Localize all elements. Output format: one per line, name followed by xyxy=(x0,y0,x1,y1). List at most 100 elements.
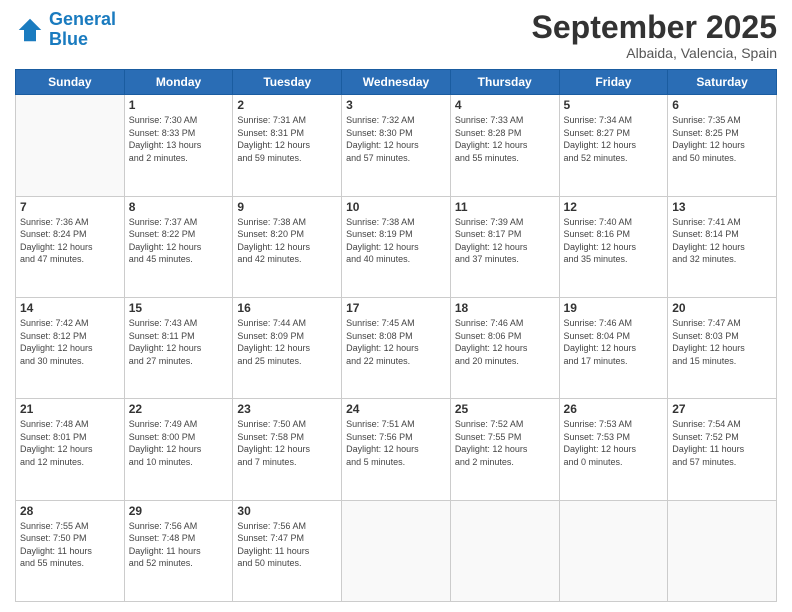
calendar-cell: 21 Sunrise: 7:48 AM Sunset: 8:01 PM Dayli… xyxy=(16,399,125,500)
day-info: Sunrise: 7:48 AM Sunset: 8:01 PM Dayligh… xyxy=(20,418,120,468)
calendar-cell: 2 Sunrise: 7:31 AM Sunset: 8:31 PM Daylig… xyxy=(233,95,342,196)
calendar-cell: 1 Sunrise: 7:30 AM Sunset: 8:33 PM Daylig… xyxy=(124,95,233,196)
day-info: Sunrise: 7:35 AM Sunset: 8:25 PM Dayligh… xyxy=(672,114,772,164)
calendar-header-row: SundayMondayTuesdayWednesdayThursdayFrid… xyxy=(16,70,777,95)
day-number: 14 xyxy=(20,301,120,315)
day-info: Sunrise: 7:49 AM Sunset: 8:00 PM Dayligh… xyxy=(129,418,229,468)
day-number: 9 xyxy=(237,200,337,214)
logo-general: General xyxy=(49,9,116,29)
calendar-cell: 11Sunrise: 7:39 AM Sunset: 8:17 PM Dayli… xyxy=(450,196,559,297)
calendar-cell: 7Sunrise: 7:36 AM Sunset: 8:24 PM Daylig… xyxy=(16,196,125,297)
day-info: Sunrise: 7:52 AM Sunset: 7:55 PM Dayligh… xyxy=(455,418,555,468)
calendar-week-row: 1 Sunrise: 7:30 AM Sunset: 8:33 PM Daylig… xyxy=(16,95,777,196)
day-info: Sunrise: 7:45 AM Sunset: 8:08 PM Dayligh… xyxy=(346,317,446,367)
calendar-cell: 8 Sunrise: 7:37 AM Sunset: 8:22 PM Daylig… xyxy=(124,196,233,297)
day-info: Sunrise: 7:54 AM Sunset: 7:52 PM Dayligh… xyxy=(672,418,772,468)
calendar-cell: 30 Sunrise: 7:56 AM Sunset: 7:47 PM Dayli… xyxy=(233,500,342,601)
location: Albaida, Valencia, Spain xyxy=(532,45,777,61)
calendar-cell: 17 Sunrise: 7:45 AM Sunset: 8:08 PM Dayli… xyxy=(342,297,451,398)
calendar-cell: 12 Sunrise: 7:40 AM Sunset: 8:16 PM Dayli… xyxy=(559,196,668,297)
day-number: 8 xyxy=(129,200,229,214)
logo-blue: Blue xyxy=(49,30,116,50)
day-number: 15 xyxy=(129,301,229,315)
day-info: Sunrise: 7:32 AM Sunset: 8:30 PM Dayligh… xyxy=(346,114,446,164)
calendar-cell: 26Sunrise: 7:53 AM Sunset: 7:53 PM Dayli… xyxy=(559,399,668,500)
calendar-cell: 18 Sunrise: 7:46 AM Sunset: 8:06 PM Dayli… xyxy=(450,297,559,398)
day-number: 10 xyxy=(346,200,446,214)
day-info: Sunrise: 7:36 AM Sunset: 8:24 PM Dayligh… xyxy=(20,216,120,266)
day-number: 2 xyxy=(237,98,337,112)
day-number: 6 xyxy=(672,98,772,112)
day-number: 19 xyxy=(564,301,664,315)
calendar-cell xyxy=(668,500,777,601)
calendar-cell: 5 Sunrise: 7:34 AM Sunset: 8:27 PM Daylig… xyxy=(559,95,668,196)
day-number: 22 xyxy=(129,402,229,416)
calendar-cell: 20 Sunrise: 7:47 AM Sunset: 8:03 PM Dayli… xyxy=(668,297,777,398)
day-info: Sunrise: 7:50 AM Sunset: 7:58 PM Dayligh… xyxy=(237,418,337,468)
day-info: Sunrise: 7:31 AM Sunset: 8:31 PM Dayligh… xyxy=(237,114,337,164)
page: General Blue September 2025 Albaida, Val… xyxy=(0,0,792,612)
day-info: Sunrise: 7:46 AM Sunset: 8:06 PM Dayligh… xyxy=(455,317,555,367)
day-info: Sunrise: 7:40 AM Sunset: 8:16 PM Dayligh… xyxy=(564,216,664,266)
calendar-cell xyxy=(342,500,451,601)
calendar-week-row: 21 Sunrise: 7:48 AM Sunset: 8:01 PM Dayli… xyxy=(16,399,777,500)
day-info: Sunrise: 7:33 AM Sunset: 8:28 PM Dayligh… xyxy=(455,114,555,164)
calendar-cell: 27Sunrise: 7:54 AM Sunset: 7:52 PM Dayli… xyxy=(668,399,777,500)
calendar-cell: 15 Sunrise: 7:43 AM Sunset: 8:11 PM Dayli… xyxy=(124,297,233,398)
day-info: Sunrise: 7:51 AM Sunset: 7:56 PM Dayligh… xyxy=(346,418,446,468)
calendar-table: SundayMondayTuesdayWednesdayThursdayFrid… xyxy=(15,69,777,602)
calendar-cell: 24 Sunrise: 7:51 AM Sunset: 7:56 PM Dayli… xyxy=(342,399,451,500)
day-number: 29 xyxy=(129,504,229,518)
day-info: Sunrise: 7:37 AM Sunset: 8:22 PM Dayligh… xyxy=(129,216,229,266)
day-number: 1 xyxy=(129,98,229,112)
day-number: 30 xyxy=(237,504,337,518)
weekday-header: Wednesday xyxy=(342,70,451,95)
day-info: Sunrise: 7:41 AM Sunset: 8:14 PM Dayligh… xyxy=(672,216,772,266)
calendar-cell xyxy=(559,500,668,601)
logo: General Blue xyxy=(15,10,116,50)
day-info: Sunrise: 7:55 AM Sunset: 7:50 PM Dayligh… xyxy=(20,520,120,570)
month-title: September 2025 xyxy=(532,10,777,45)
calendar-cell: 3Sunrise: 7:32 AM Sunset: 8:30 PM Daylig… xyxy=(342,95,451,196)
day-number: 5 xyxy=(564,98,664,112)
calendar-cell: 22 Sunrise: 7:49 AM Sunset: 8:00 PM Dayli… xyxy=(124,399,233,500)
day-number: 16 xyxy=(237,301,337,315)
calendar-cell xyxy=(450,500,559,601)
logo-icon xyxy=(15,15,45,45)
day-info: Sunrise: 7:53 AM Sunset: 7:53 PM Dayligh… xyxy=(564,418,664,468)
calendar-cell: 29 Sunrise: 7:56 AM Sunset: 7:48 PM Dayli… xyxy=(124,500,233,601)
day-info: Sunrise: 7:43 AM Sunset: 8:11 PM Dayligh… xyxy=(129,317,229,367)
calendar-cell xyxy=(16,95,125,196)
logo-text: General Blue xyxy=(49,10,116,50)
calendar-cell: 14Sunrise: 7:42 AM Sunset: 8:12 PM Dayli… xyxy=(16,297,125,398)
calendar-week-row: 7Sunrise: 7:36 AM Sunset: 8:24 PM Daylig… xyxy=(16,196,777,297)
day-number: 20 xyxy=(672,301,772,315)
day-info: Sunrise: 7:30 AM Sunset: 8:33 PM Dayligh… xyxy=(129,114,229,164)
calendar-cell: 28 Sunrise: 7:55 AM Sunset: 7:50 PM Dayli… xyxy=(16,500,125,601)
weekday-header: Tuesday xyxy=(233,70,342,95)
day-info: Sunrise: 7:56 AM Sunset: 7:47 PM Dayligh… xyxy=(237,520,337,570)
calendar-cell: 6 Sunrise: 7:35 AM Sunset: 8:25 PM Daylig… xyxy=(668,95,777,196)
day-number: 25 xyxy=(455,402,555,416)
weekday-header: Friday xyxy=(559,70,668,95)
day-number: 12 xyxy=(564,200,664,214)
weekday-header: Monday xyxy=(124,70,233,95)
calendar-week-row: 14Sunrise: 7:42 AM Sunset: 8:12 PM Dayli… xyxy=(16,297,777,398)
calendar-cell: 13Sunrise: 7:41 AM Sunset: 8:14 PM Dayli… xyxy=(668,196,777,297)
day-number: 24 xyxy=(346,402,446,416)
day-info: Sunrise: 7:56 AM Sunset: 7:48 PM Dayligh… xyxy=(129,520,229,570)
weekday-header: Sunday xyxy=(16,70,125,95)
day-info: Sunrise: 7:34 AM Sunset: 8:27 PM Dayligh… xyxy=(564,114,664,164)
day-number: 17 xyxy=(346,301,446,315)
day-number: 28 xyxy=(20,504,120,518)
weekday-header: Thursday xyxy=(450,70,559,95)
calendar-cell: 4Sunrise: 7:33 AM Sunset: 8:28 PM Daylig… xyxy=(450,95,559,196)
day-info: Sunrise: 7:44 AM Sunset: 8:09 PM Dayligh… xyxy=(237,317,337,367)
day-number: 11 xyxy=(455,200,555,214)
day-info: Sunrise: 7:47 AM Sunset: 8:03 PM Dayligh… xyxy=(672,317,772,367)
calendar-cell: 23Sunrise: 7:50 AM Sunset: 7:58 PM Dayli… xyxy=(233,399,342,500)
header: General Blue September 2025 Albaida, Val… xyxy=(15,10,777,61)
day-number: 18 xyxy=(455,301,555,315)
day-number: 21 xyxy=(20,402,120,416)
day-info: Sunrise: 7:38 AM Sunset: 8:20 PM Dayligh… xyxy=(237,216,337,266)
